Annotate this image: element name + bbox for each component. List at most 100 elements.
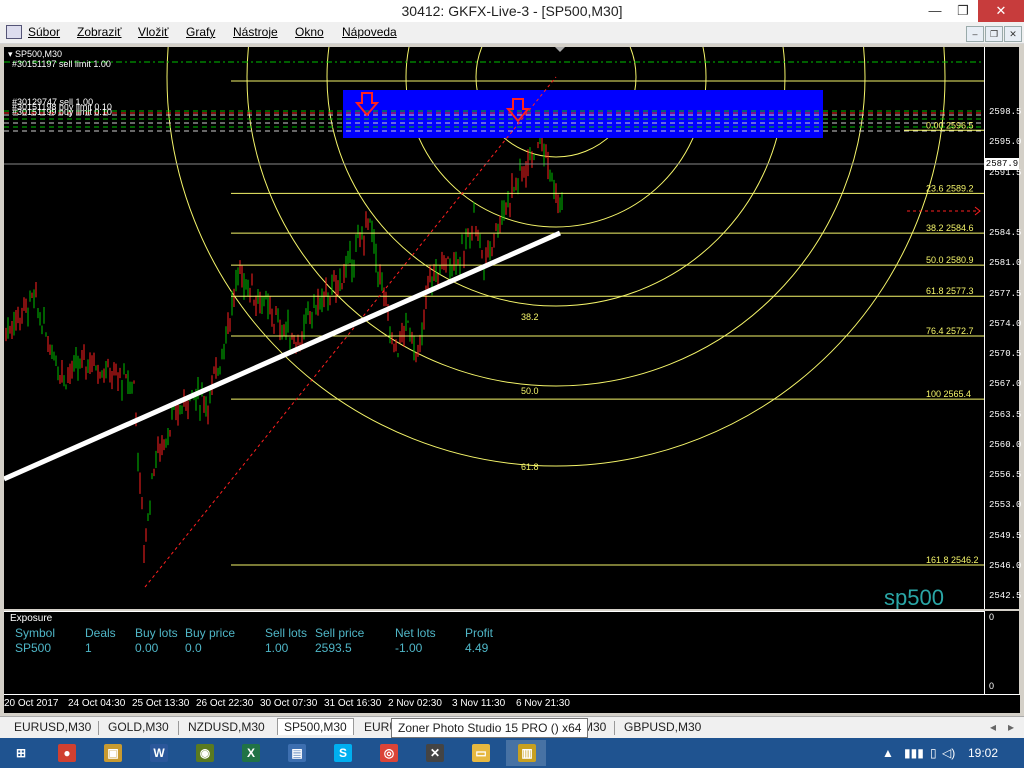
window-title: 30412: GKFX-Live-3 - [SP500,M30] [401,3,623,19]
mt4-icon[interactable]: ▥ [506,740,546,766]
price-axis-label: 2560.0 [989,439,1022,450]
app-menu-icon[interactable] [6,25,22,39]
price-axis[interactable]: 2598.5 2595.0 2591.5 2584.5 2581.0 2577.5 2574… [984,47,1022,609]
globe-app-icon-glyph: ◉ [196,744,214,762]
mdi-close-button[interactable]: ✕ [1004,26,1022,42]
fib-base-line[interactable] [144,76,557,588]
exposure-title: Exposure [10,613,53,624]
chart-symbol: SP500,M30 [15,49,63,59]
trend-line[interactable] [4,230,562,482]
xtrade-icon[interactable]: ✕ [414,740,454,766]
mdi-restore-button[interactable]: ❐ [985,26,1003,42]
menu-help[interactable]: Nápoveda [342,25,397,39]
price-axis-label: 2574.0 [989,318,1022,329]
fib-arc-label: 38.2 [521,312,539,322]
price-axis-label: 2581.0 [989,258,1022,269]
time-axis-label: 30 Oct 07:30 [260,698,318,709]
volume-icon[interactable]: ◁) [942,746,955,760]
time-axis-label: 24 Oct 04:30 [68,698,126,709]
fib-level-label: 0.00 2596.5 [926,120,974,130]
order-label: #30151197 sell limit 1.00 [12,59,111,69]
overlay-labels: #30129747 sell 1.00 #30151198 buy limit … [12,98,112,117]
time-axis[interactable]: 20 Oct 2017 24 Oct 04:30 25 Oct 13:30 26 Oc… [4,694,1020,713]
chart-canvas[interactable]: 38.2 50.0 61.8 0.00 2596.5 23.6 2589.2 38.… [4,47,984,609]
minimize-button[interactable]: — [920,0,950,22]
explorer-icon-glyph: ▭ [472,744,490,762]
paint-icon[interactable]: ● [46,740,86,766]
menu-file[interactable]: Súbor [28,25,60,39]
network-icon[interactable]: ▮▮▮ [904,746,924,760]
exposure-axis-bottom: 0 [989,681,995,691]
fib-arc[interactable] [326,47,786,307]
exposure-panel: Exposure Symbol Deals Buy lots Buy price… [4,611,984,695]
tab-sp500[interactable]: SP500,M30 [277,718,354,735]
folder-app-icon[interactable]: ▣ [92,740,132,766]
exposure-header: Deals [85,626,116,640]
skype-icon-glyph: S [334,744,352,762]
explorer-icon[interactable]: ▭ [460,740,500,766]
tab-eurusd[interactable]: EURUSD,M30 [14,720,91,734]
current-price-badge: 2587.9 [985,158,1019,170]
photos-icon[interactable]: ▤ [276,740,316,766]
tab-separator [614,721,615,735]
exposure-cell: 0.00 [135,641,159,655]
exposure-header: Buy lots [135,626,178,640]
tab-separator [98,721,99,735]
chrome-icon[interactable]: ◎ [368,740,408,766]
exposure-cell: 1 [85,641,92,655]
menu-insert[interactable]: Vložiť [138,25,169,39]
word-icon[interactable]: W [138,740,178,766]
price-axis-label: 2595.0 [989,137,1022,148]
exposure-cell: 4.49 [465,641,489,655]
close-button[interactable]: ✕ [978,0,1024,22]
excel-icon-glyph: X [242,744,260,762]
exposure-cell: 0.0 [185,641,202,655]
fib-arc-label: 50.0 [521,386,539,396]
exposure-axis-top: 0 [989,612,995,622]
exposure-header: Sell lots [265,626,308,640]
mt4-icon-glyph: ▥ [518,744,536,762]
menu-tools[interactable]: Nástroje [233,25,278,39]
time-axis-label: 26 Oct 22:30 [196,698,254,709]
tab-nzdusd[interactable]: NZDUSD,M30 [188,720,265,734]
exposure-cell: -1.00 [395,641,423,655]
price-chart[interactable]: 38.2 50.0 61.8 0.00 2596.5 23.6 2589.2 38.… [4,47,984,609]
tab-separator [178,721,179,735]
title-bar: 30412: GKFX-Live-3 - [SP500,M30] — ❐ ✕ [0,0,1024,22]
menu-view[interactable]: Zobraziť [77,25,122,39]
excel-icon[interactable]: X [230,740,270,766]
tab-scroll-right-icon[interactable]: ▸ [1008,720,1014,734]
fib-level-label: 100 2565.4 [926,389,971,399]
fib-level-label: 61.8 2577.3 [926,286,974,296]
menu-window[interactable]: Okno [295,25,324,39]
shift-marker-icon[interactable] [555,47,565,52]
tab-scroll-left-icon[interactable]: ◂ [990,720,996,734]
fib-arc-label: 61.8 [521,462,539,472]
price-axis-label: 2577.5 [989,288,1022,299]
skype-icon[interactable]: S [322,740,362,766]
start-icon[interactable]: ⊞ [0,740,40,766]
exposure-header: Buy price [185,626,236,640]
price-axis-label: 2556.5 [989,470,1022,480]
xtrade-icon-glyph: ✕ [426,744,444,762]
taskbar-clock[interactable]: 19:02 [968,746,998,760]
battery-icon[interactable]: ▯ [930,746,937,760]
time-axis-label: 6 Nov 21:30 [516,698,570,709]
menu-charts[interactable]: Grafy [186,25,215,39]
exposure-header: Profit [465,626,494,640]
word-icon-glyph: W [150,744,168,762]
show-hidden-icons-icon[interactable]: ▲ [882,746,894,760]
mdi-minimize-button[interactable]: – [966,26,984,42]
globe-app-icon[interactable]: ◉ [184,740,224,766]
time-axis-label: 20 Oct 2017 [4,698,59,709]
paint-icon-glyph: ● [58,744,76,762]
tab-gbpusd[interactable]: GBPUSD,M30 [624,720,701,734]
time-axis-label: 31 Oct 16:30 [324,698,382,709]
fib-level-label: 50.0 2580.9 [926,255,974,265]
restore-button[interactable]: ❐ [948,0,978,22]
exposure-axis: 0 0 [984,611,1019,694]
time-axis-label: 25 Oct 13:30 [132,698,190,709]
price-axis-label: 2563.5 [989,409,1022,420]
tab-gold[interactable]: GOLD,M30 [108,720,169,734]
price-axis-label: 2567.0 [989,379,1022,390]
